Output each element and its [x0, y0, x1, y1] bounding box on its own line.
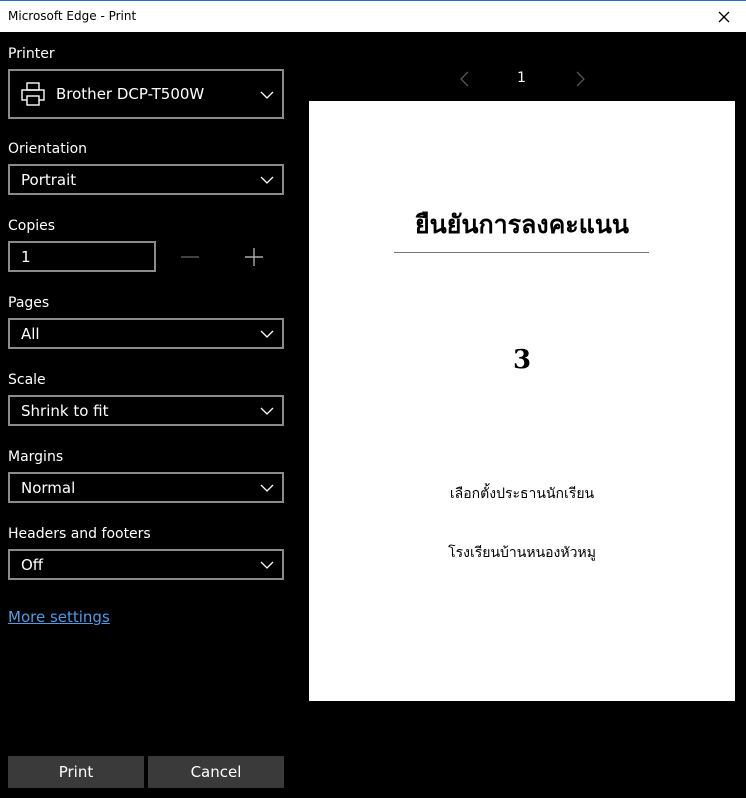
margins-select[interactable]: Normal: [8, 472, 284, 503]
heading-rule: [394, 252, 649, 253]
preview-number: 3: [512, 345, 532, 375]
preview-line-2: โรงเรียนบ้านหนองหัวหมู: [448, 545, 596, 561]
preview-heading: ยืนยันการลงคะแนน: [414, 210, 630, 239]
preview-line-1: เลือกตั้งประธานนักเรียน: [449, 486, 595, 502]
printer-icon: [21, 82, 45, 106]
copies-input[interactable]: 1: [8, 241, 156, 272]
scale-value: Shrink to fit: [21, 402, 109, 420]
margins-label: Margins: [8, 449, 64, 465]
plus-icon[interactable]: [242, 246, 266, 268]
close-icon[interactable]: [714, 7, 734, 27]
minus-icon[interactable]: [178, 246, 202, 268]
printer-value: Brother DCP-T500W: [56, 85, 205, 103]
pages-label: Pages: [8, 295, 50, 311]
orientation-select[interactable]: Portrait: [8, 164, 284, 195]
orientation-label: Orientation: [8, 141, 88, 157]
page-number: 1: [517, 70, 526, 86]
printer-select[interactable]: Brother DCP-T500W: [8, 69, 284, 119]
headers-footers-label: Headers and footers: [8, 526, 151, 542]
copies-value: 1: [21, 248, 31, 266]
chevron-down-icon: [260, 407, 274, 415]
chevron-down-icon: [260, 91, 274, 99]
print-button[interactable]: Print: [8, 756, 144, 788]
title-bar: Microsoft Edge - Print: [0, 0, 746, 32]
chevron-down-icon: [260, 176, 274, 184]
cancel-button[interactable]: Cancel: [148, 756, 284, 788]
scale-select[interactable]: Shrink to fit: [8, 395, 284, 426]
copies-label: Copies: [8, 218, 56, 234]
more-settings-link[interactable]: More settings: [8, 608, 110, 626]
chevron-left-icon[interactable]: [458, 70, 472, 88]
orientation-value: Portrait: [21, 171, 77, 189]
chevron-down-icon: [260, 330, 274, 338]
chevron-right-icon[interactable]: [573, 70, 587, 88]
headers-footers-value: Off: [21, 556, 44, 574]
scale-label: Scale: [8, 372, 46, 388]
chevron-down-icon: [260, 484, 274, 492]
printer-label: Printer: [8, 46, 55, 62]
headers-footers-select[interactable]: Off: [8, 549, 284, 580]
print-preview-page: ยืนยันการลงคะแนน 3 เลือกตั้งประธานนักเรี…: [309, 101, 735, 701]
pages-value: All: [21, 325, 40, 343]
pages-select[interactable]: All: [8, 318, 284, 349]
margins-value: Normal: [21, 479, 76, 497]
window-title: Microsoft Edge - Print: [8, 9, 137, 23]
chevron-down-icon: [260, 561, 274, 569]
